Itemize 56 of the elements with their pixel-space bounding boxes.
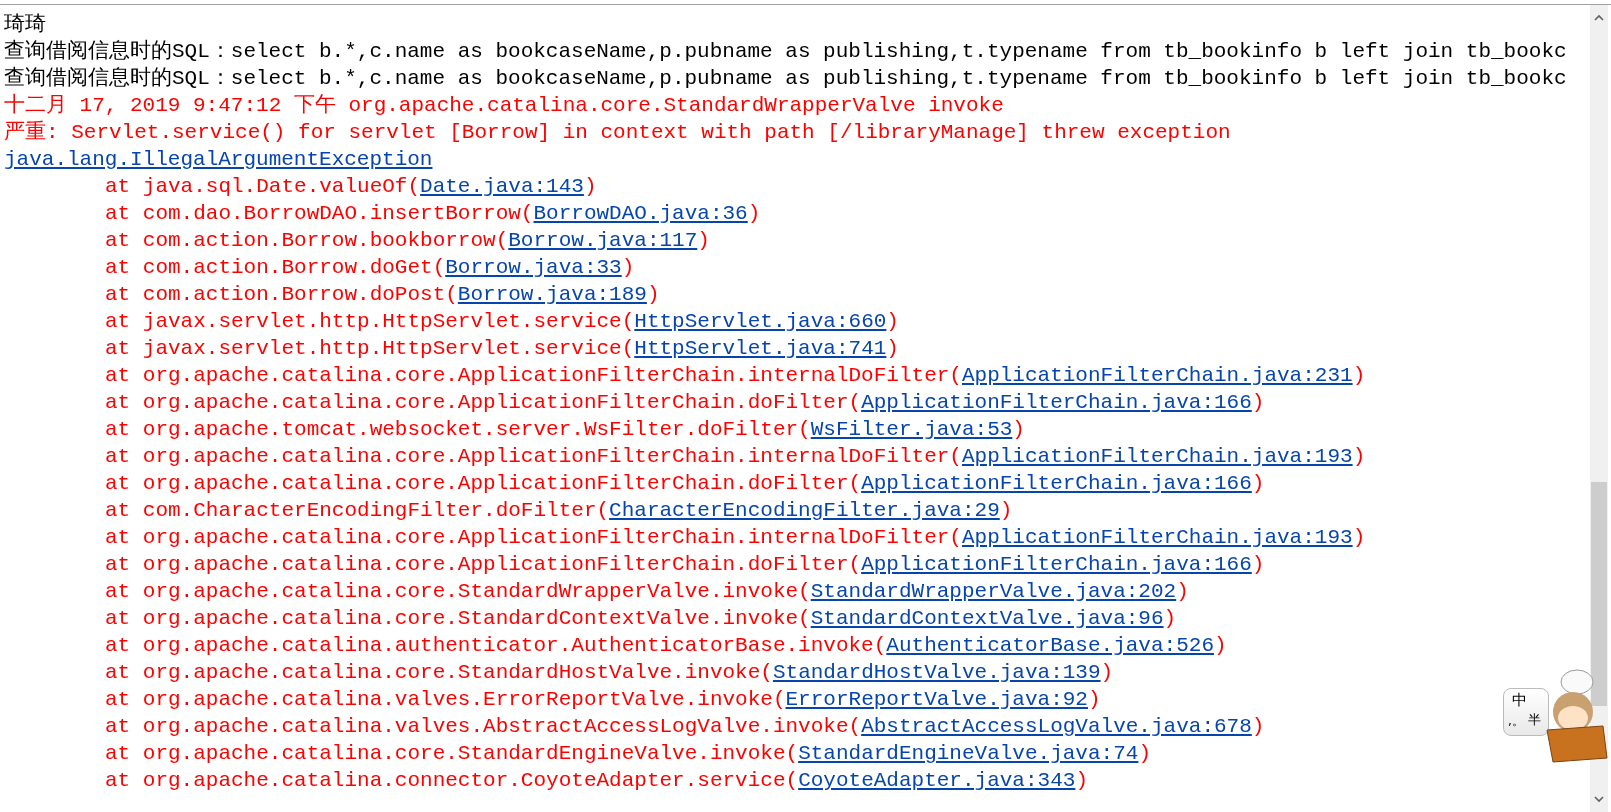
source-link[interactable]: Borrow.java:33 [445, 256, 622, 279]
stack-trace-line: at org.apache.catalina.core.ApplicationFilterChain.doFilter(ApplicationFilterChain.java:166) [104, 552, 1266, 578]
exception-link[interactable]: java.lang.IllegalArgumentException [4, 146, 433, 173]
source-link[interactable]: HttpServlet.java:741 [634, 337, 887, 360]
source-link[interactable]: ApplicationFilterChain.java:166 [861, 553, 1252, 576]
vertical-scrollbar[interactable] [1590, 5, 1608, 812]
stack-trace-line: at org.apache.catalina.core.ApplicationFilterChain.internalDoFilter(ApplicationFilterChain.java:231) [104, 363, 1367, 389]
stack-trace-line: at javax.servlet.http.HttpServlet.service(HttpServlet.java:660) [104, 309, 900, 335]
source-link[interactable]: CoyoteAdapter.java:343 [798, 769, 1076, 792]
source-link[interactable]: Borrow.java:117 [508, 229, 698, 252]
ime-status-bubble[interactable]: 中 ,。 半 [1503, 688, 1549, 736]
scroll-down-icon[interactable] [1593, 794, 1605, 804]
stack-trace-line: at org.apache.catalina.core.ApplicationFilterChain.doFilter(ApplicationFilterChain.java:166) [104, 471, 1266, 497]
source-link[interactable]: StandardEngineValve.java:74 [798, 742, 1139, 765]
source-link[interactable]: Borrow.java:189 [457, 283, 647, 306]
stack-trace-line: at org.apache.catalina.core.StandardContextValve.invoke(StandardContextValve.java:96) [104, 606, 1178, 632]
source-link[interactable]: ApplicationFilterChain.java:231 [961, 364, 1353, 387]
input-mode-label: 中 [1512, 691, 1527, 710]
source-link[interactable]: WsFilter.java:53 [810, 418, 1013, 441]
source-link[interactable]: ApplicationFilterChain.java:166 [861, 472, 1252, 495]
source-link[interactable]: CharacterEncodingFilter.java:29 [609, 499, 1000, 522]
scroll-up-icon[interactable] [1593, 13, 1605, 23]
stack-trace-line: at org.apache.catalina.authenticator.AuthenticatorBase.invoke(AuthenticatorBase.java:526) [104, 633, 1228, 659]
stack-trace-line: at org.apache.catalina.core.ApplicationFilterChain.doFilter(ApplicationFilterChain.java:166) [104, 390, 1266, 416]
console-output-line: 琦琦 [4, 12, 47, 38]
stack-trace-line: at org.apache.tomcat.websocket.server.WsFilter.doFilter(WsFilter.java:53) [104, 417, 1026, 443]
stack-trace-line: at com.action.Borrow.doGet(Borrow.java:33) [104, 255, 636, 281]
stack-trace-line: at org.apache.catalina.connector.CoyoteAdapter.service(CoyoteAdapter.java:343) [104, 768, 1089, 794]
stack-trace-line: at com.action.Borrow.doPost(Borrow.java:189) [104, 282, 661, 308]
source-link[interactable]: StandardHostValve.java:139 [772, 661, 1101, 684]
console-output-line: 查询借阅信息时的SQL：select b.*,c.name as bookcaseName,p.pubname as publishing,t.typename from tb_bookinfo b left join tb_bookc [4, 65, 1568, 92]
scrollbar-thumb[interactable] [1591, 482, 1607, 706]
stack-trace-line: at org.apache.catalina.core.ApplicationFilterChain.internalDoFilter(ApplicationFilterChain.java:193) [104, 444, 1367, 470]
stack-trace-line: at com.action.Borrow.bookborrow(Borrow.java:117) [104, 228, 711, 254]
stack-trace-line: at com.dao.BorrowDAO.insertBorrow(BorrowDAO.java:36) [104, 201, 762, 227]
source-link[interactable]: StandardWrapperValve.java:202 [810, 580, 1177, 603]
error-log-line: 十二月 17, 2019 9:47:12 下午 org.apache.catalina.core.StandardWrapperValve invoke [4, 92, 1005, 119]
source-link[interactable]: ApplicationFilterChain.java:193 [961, 526, 1353, 549]
stack-trace-line: at org.apache.catalina.core.StandardWrapperValve.invoke(StandardWrapperValve.java:202) [104, 579, 1190, 605]
stack-trace-line: at java.sql.Date.valueOf(Date.java:143) [104, 174, 598, 200]
source-link[interactable]: StandardContextValve.java:96 [810, 607, 1164, 630]
stack-trace-line: at org.apache.catalina.core.ApplicationFilterChain.internalDoFilter(ApplicationFilterChain.java:193) [104, 525, 1367, 551]
source-link[interactable]: Date.java:143 [420, 175, 584, 198]
width-mode-label: 半 [1528, 711, 1541, 729]
stack-trace-line: at javax.servlet.http.HttpServlet.service(HttpServlet.java:741) [104, 336, 900, 362]
source-link[interactable]: ErrorReportValve.java:92 [785, 688, 1088, 711]
console-output-line: 查询借阅信息时的SQL：select b.*,c.name as bookcaseName,p.pubname as publishing,t.typename from tb_bookinfo b left join tb_bookc [4, 38, 1568, 65]
source-link[interactable]: ApplicationFilterChain.java:166 [861, 391, 1252, 414]
error-log-line: 严重: Servlet.service() for servlet [Borrow] in context with path [/libraryManage] threw exception [4, 119, 1232, 146]
source-link[interactable]: ApplicationFilterChain.java:193 [961, 445, 1353, 468]
punctuation-mode-label: ,。 [1508, 713, 1524, 730]
source-link[interactable]: HttpServlet.java:660 [634, 310, 887, 333]
source-link[interactable]: AbstractAccessLogValve.java:678 [861, 715, 1252, 738]
stack-trace-line: at com.CharacterEncodingFilter.doFilter(CharacterEncodingFilter.java:29) [104, 498, 1014, 524]
source-link[interactable]: AuthenticatorBase.java:526 [886, 634, 1214, 657]
source-link[interactable]: BorrowDAO.java:36 [533, 202, 748, 225]
